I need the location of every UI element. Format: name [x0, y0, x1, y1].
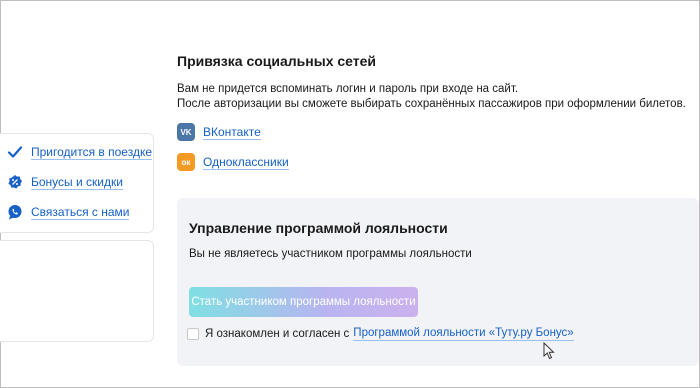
- loyalty-status-text: Вы не являетесь участником программы лоя…: [189, 248, 472, 260]
- loyalty-title: Управление программой лояльности: [189, 220, 448, 236]
- sidebar-item-bonuses[interactable]: Бонусы и скидки: [7, 174, 123, 190]
- vk-label: ВКонтакте: [203, 124, 261, 140]
- loyalty-program-link[interactable]: Программой лояльности «Туту.ру Бонус»: [353, 326, 574, 341]
- sidebar-menu: Пригодится в поездке Бонусы и скидки Свя…: [0, 133, 154, 233]
- discount-badge-icon: [7, 174, 23, 190]
- loyalty-agreement: Я ознакомлен и согласен с Программой лоя…: [187, 326, 574, 341]
- sidebar-item-label: Связаться с нами: [31, 204, 130, 220]
- social-description-line1: Вам не придется вспоминать логин и парол…: [177, 83, 519, 95]
- sidebar-item-contact[interactable]: Связаться с нами: [7, 204, 130, 220]
- social-description-line2: После авторизации вы сможете выбирать со…: [177, 98, 686, 110]
- mouse-cursor-icon: [543, 341, 555, 365]
- ok-link[interactable]: ок Одноклассники: [177, 153, 289, 171]
- sidebar-item-label: Бонусы и скидки: [31, 174, 123, 190]
- social-section-title: Привязка социальных сетей: [177, 53, 377, 69]
- ok-label: Одноклассники: [203, 154, 289, 170]
- sidebar-item-label: Пригодится в поездке: [31, 144, 153, 160]
- agreement-checkbox[interactable]: [187, 327, 199, 340]
- vk-link[interactable]: VK ВКонтакте: [177, 123, 261, 141]
- agreement-text: Я ознакомлен и согласен с: [205, 327, 350, 340]
- checkmark-icon: [7, 144, 23, 160]
- chat-bubble-icon: [7, 204, 23, 220]
- vk-icon: VK: [177, 123, 195, 141]
- sidebar-item-trip-tips[interactable]: Пригодится в поездке: [7, 144, 153, 160]
- sidebar-empty-card: [0, 240, 154, 342]
- join-loyalty-button[interactable]: Стать участником программы лояльности: [189, 287, 418, 317]
- odnoklassniki-icon: ок: [177, 153, 195, 171]
